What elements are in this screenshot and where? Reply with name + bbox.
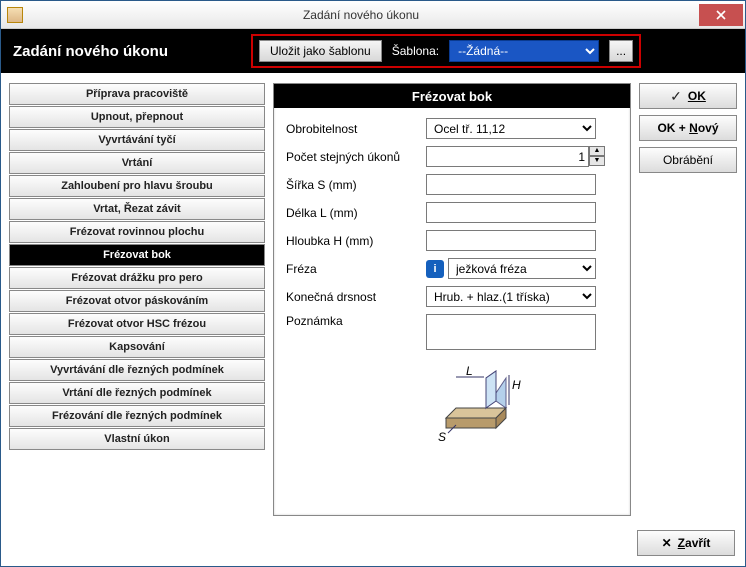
roughness-select[interactable]: Hrub. + hlaz.(1 tříska) — [426, 286, 596, 307]
operation-item[interactable]: Frézovat bok — [9, 244, 265, 266]
ok-new-button[interactable]: OK + Nový — [639, 115, 737, 141]
count-input[interactable] — [426, 146, 589, 167]
operation-item[interactable]: Vlastní úkon — [9, 428, 265, 450]
detail-panel: Frézovat bok Obrobitelnost Ocel tř. 11,1… — [273, 83, 631, 516]
svg-text:S: S — [438, 430, 446, 443]
machinability-select[interactable]: Ocel tř. 11,12 — [426, 118, 596, 139]
operation-item[interactable]: Upnout, přepnout — [9, 106, 265, 128]
operation-item[interactable]: Frézovat otvor HSC frézou — [9, 313, 265, 335]
dimension-diagram: L H S — [426, 363, 618, 446]
info-icon[interactable]: i — [426, 260, 444, 278]
close-icon[interactable] — [699, 4, 743, 26]
check-icon: ✓ — [670, 88, 682, 105]
operation-item[interactable]: Kapsování — [9, 336, 265, 358]
depth-label: Hloubka H (mm) — [286, 234, 426, 248]
right-buttons: ✓ OK OK + Nový Obrábění — [639, 83, 737, 516]
app-icon — [7, 7, 23, 23]
width-label: Šířka S (mm) — [286, 178, 426, 192]
panel-title: Frézovat bok — [274, 84, 630, 108]
machining-button[interactable]: Obrábění — [639, 147, 737, 173]
ok-button[interactable]: ✓ OK — [639, 83, 737, 109]
header-title: Zadání nového úkonu — [13, 43, 243, 60]
x-icon: ✕ — [662, 536, 672, 550]
operation-item[interactable]: Frézovat rovinnou plochu — [9, 221, 265, 243]
operation-item[interactable]: Vyvrtávání tyčí — [9, 129, 265, 151]
window-title: Zadání nového úkonu — [23, 8, 699, 22]
save-as-template-button[interactable]: Uložit jako šablonu — [259, 40, 382, 62]
window: Zadání nového úkonu Zadání nového úkonu … — [0, 0, 746, 567]
note-label: Poznámka — [286, 314, 426, 328]
operation-item[interactable]: Vrtat, Řezat závit — [9, 198, 265, 220]
operation-item[interactable]: Frézovat otvor páskováním — [9, 290, 265, 312]
body: Příprava pracovištěUpnout, přepnoutVyvrt… — [1, 73, 745, 524]
width-input[interactable] — [426, 174, 596, 195]
operation-item[interactable]: Vrtání dle řezných podmínek — [9, 382, 265, 404]
operation-item[interactable]: Frézovat drážku pro pero — [9, 267, 265, 289]
depth-input[interactable] — [426, 230, 596, 251]
svg-text:L: L — [466, 364, 473, 378]
count-up-button[interactable]: ▲ — [589, 146, 605, 156]
template-select[interactable]: --Žádná-- — [449, 40, 599, 62]
operation-item[interactable]: Vrtání — [9, 152, 265, 174]
operation-item[interactable]: Zahloubení pro hlavu šroubu — [9, 175, 265, 197]
form: Obrobitelnost Ocel tř. 11,12 Počet stejn… — [274, 108, 630, 456]
titlebar: Zadání nového úkonu — [1, 1, 745, 29]
length-label: Délka L (mm) — [286, 206, 426, 220]
count-label: Počet stejných úkonů — [286, 150, 426, 164]
operation-item[interactable]: Příprava pracoviště — [9, 83, 265, 105]
count-stepper[interactable]: ▲ ▼ — [426, 146, 596, 167]
header-bar: Zadání nového úkonu Uložit jako šablonu … — [1, 29, 745, 73]
operation-list: Příprava pracovištěUpnout, přepnoutVyvrt… — [9, 83, 265, 516]
template-browse-button[interactable]: ... — [609, 40, 633, 62]
footer: ✕ Zavřít — [1, 524, 745, 566]
template-label: Šablona: — [392, 44, 439, 58]
operation-item[interactable]: Vyvrtávání dle řezných podmínek — [9, 359, 265, 381]
operation-item[interactable]: Frézování dle řezných podmínek — [9, 405, 265, 427]
template-box: Uložit jako šablonu Šablona: --Žádná-- .… — [251, 34, 641, 68]
count-down-button[interactable]: ▼ — [589, 156, 605, 166]
roughness-label: Konečná drsnost — [286, 290, 426, 304]
svg-text:H: H — [512, 378, 521, 392]
close-button[interactable]: ✕ Zavřít — [637, 530, 735, 556]
length-input[interactable] — [426, 202, 596, 223]
machinability-label: Obrobitelnost — [286, 122, 426, 136]
cutter-label: Fréza — [286, 262, 426, 276]
note-input[interactable] — [426, 314, 596, 350]
cutter-select[interactable]: ježková fréza — [448, 258, 596, 279]
